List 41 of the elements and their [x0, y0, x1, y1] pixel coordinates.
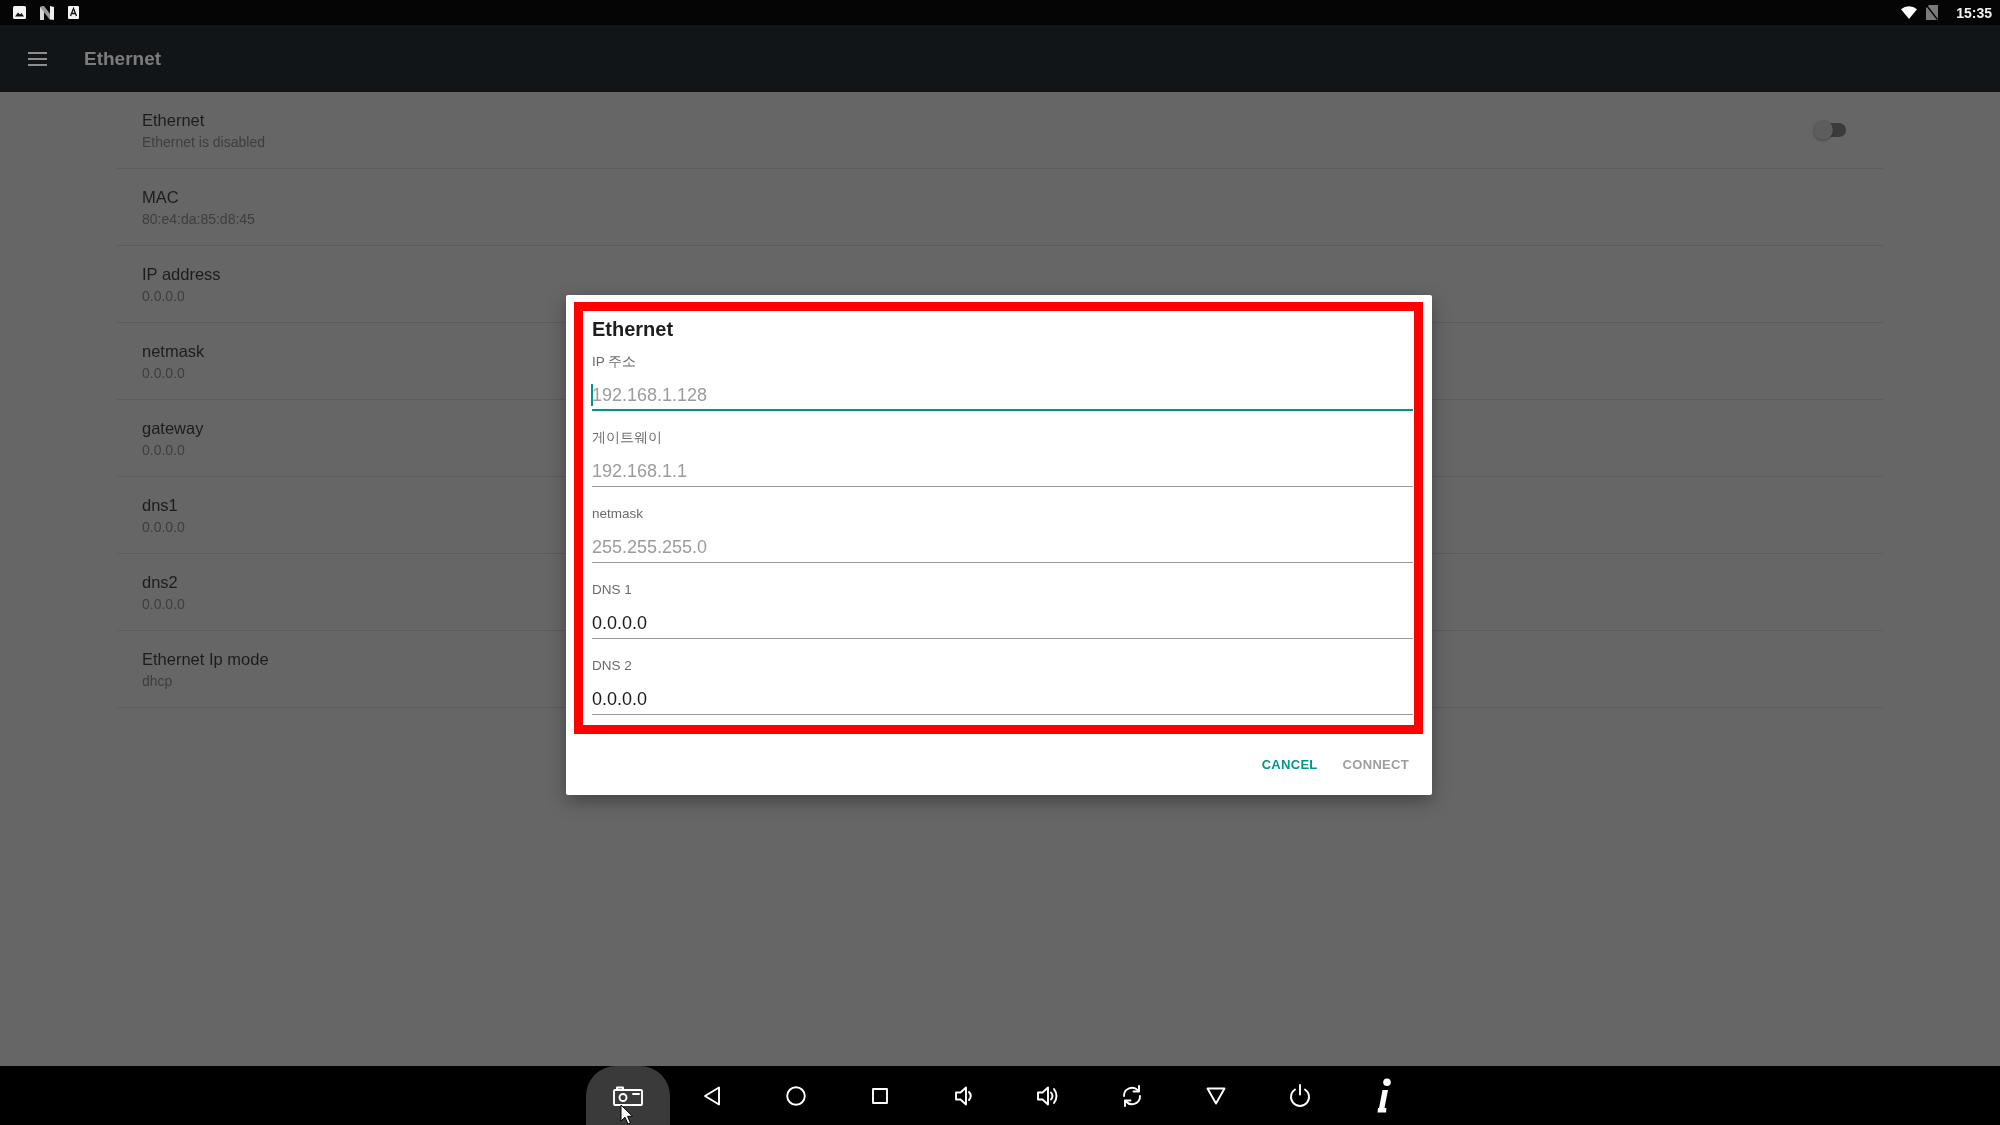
- power-icon: [1289, 1084, 1311, 1107]
- text-caret: [591, 384, 593, 406]
- field-label: IP 주소: [592, 353, 638, 371]
- wifi-icon: [1901, 6, 1918, 19]
- back-icon: [703, 1085, 721, 1106]
- mouse-pointer-icon: [620, 1104, 633, 1125]
- toggle-switch[interactable]: [1813, 120, 1847, 140]
- setting-title: dns2: [142, 572, 179, 593]
- launcher-logo-icon: [40, 5, 54, 20]
- notification-tile-icon: [68, 6, 79, 19]
- setting-title: Ethernet: [142, 110, 206, 131]
- input-field[interactable]: 192.168.1.1: [592, 459, 1413, 487]
- nav-button[interactable]: [586, 1066, 670, 1125]
- home-icon: [786, 1085, 806, 1106]
- field-label: 게이트웨이: [592, 429, 663, 447]
- menu-icon[interactable]: [28, 51, 47, 66]
- rotate-icon: [1120, 1083, 1144, 1108]
- input-field[interactable]: 0.0.0.0: [592, 687, 1413, 715]
- volume-up-icon: [1036, 1085, 1060, 1106]
- dialog-button[interactable]: CANCEL: [1253, 748, 1326, 781]
- field-label: netmask: [592, 505, 645, 523]
- setting-title: IP address: [142, 264, 221, 285]
- field-label: DNS 1: [592, 581, 633, 599]
- info-icon: [1377, 1077, 1391, 1114]
- app-bar-title: Ethernet: [84, 46, 162, 71]
- setting-title: dns1: [142, 495, 179, 516]
- setting-title: netmask: [142, 341, 205, 362]
- field-label: DNS 2: [592, 657, 633, 675]
- no-sim-icon: [1926, 5, 1939, 20]
- volume-down-icon: [954, 1085, 974, 1106]
- picture-icon: [13, 6, 26, 19]
- input-field[interactable]: 255.255.255.0: [592, 535, 1413, 563]
- status-time: 15:35: [1956, 4, 1992, 21]
- triangle-down-icon: [1206, 1086, 1226, 1105]
- input-field[interactable]: 0.0.0.0: [592, 611, 1413, 639]
- camera-icon: [613, 1085, 643, 1106]
- setting-title: MAC: [142, 187, 180, 208]
- setting-title: Ethernet Ip mode: [142, 649, 269, 670]
- input-field[interactable]: 192.168.1.128: [592, 383, 1413, 411]
- recents-icon: [872, 1087, 888, 1104]
- setting-title: gateway: [142, 418, 204, 439]
